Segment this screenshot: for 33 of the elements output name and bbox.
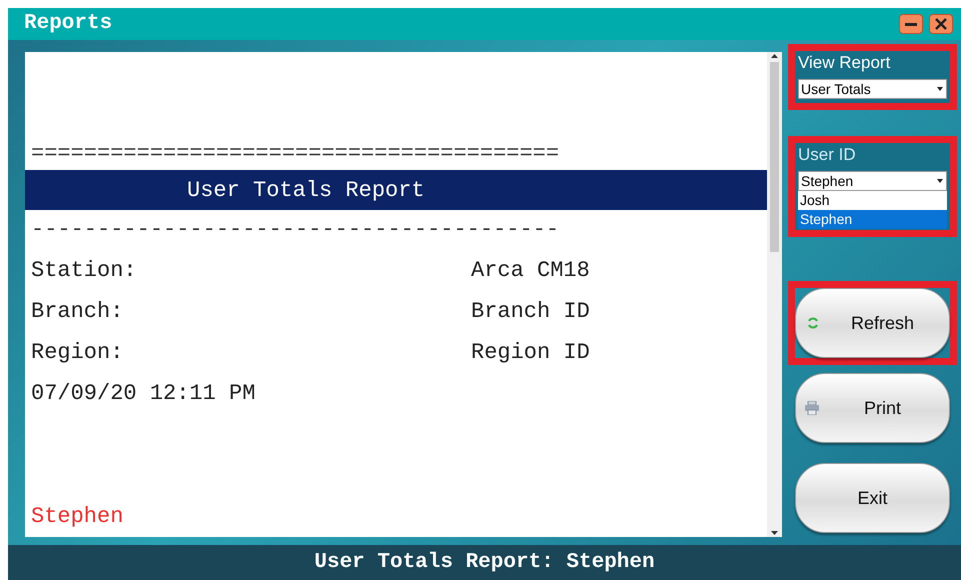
scroll-down-icon — [771, 531, 778, 535]
field-value: Branch ID — [471, 298, 590, 326]
refresh-button[interactable]: Refresh — [795, 288, 950, 358]
dropdown-caret-icon — [937, 179, 943, 183]
field-value: Region ID — [471, 339, 590, 367]
minimize-icon — [905, 22, 917, 26]
close-icon — [935, 18, 947, 30]
refresh-icon — [806, 316, 820, 330]
exit-button[interactable]: Exit — [795, 463, 950, 533]
user-id-dropdown[interactable]: Stephen — [798, 171, 947, 191]
report-user: Stephen — [31, 504, 124, 529]
field-label: Region: — [31, 339, 124, 367]
field-label: Station: — [31, 257, 138, 285]
scrollbar-thumb[interactable] — [770, 62, 779, 252]
field-label: Branch: — [31, 298, 124, 326]
close-button[interactable] — [929, 14, 953, 34]
window-title: Reports — [24, 11, 112, 38]
status-text: User Totals Report: Stephen — [314, 550, 655, 576]
scrollbar[interactable] — [767, 52, 782, 537]
report-timestamp: 07/09/20 12:11 PM — [31, 381, 256, 406]
report-title: User Totals Report — [187, 176, 425, 204]
scroll-up-icon — [771, 54, 778, 58]
print-button[interactable]: Print — [795, 373, 950, 443]
user-id-label: User ID — [798, 144, 857, 166]
field-value: Arca CM18 — [471, 257, 590, 285]
view-report-dropdown[interactable]: User Totals — [798, 79, 947, 99]
single-separator: ---------------------------------------- — [30, 216, 560, 244]
minimize-button[interactable] — [899, 14, 923, 34]
printer-icon — [804, 401, 820, 415]
double-separator: ======================================== — [30, 140, 560, 168]
view-report-label: View Report — [798, 52, 892, 74]
dropdown-option[interactable]: Stephen — [798, 210, 947, 229]
dropdown-caret-icon — [937, 87, 943, 91]
